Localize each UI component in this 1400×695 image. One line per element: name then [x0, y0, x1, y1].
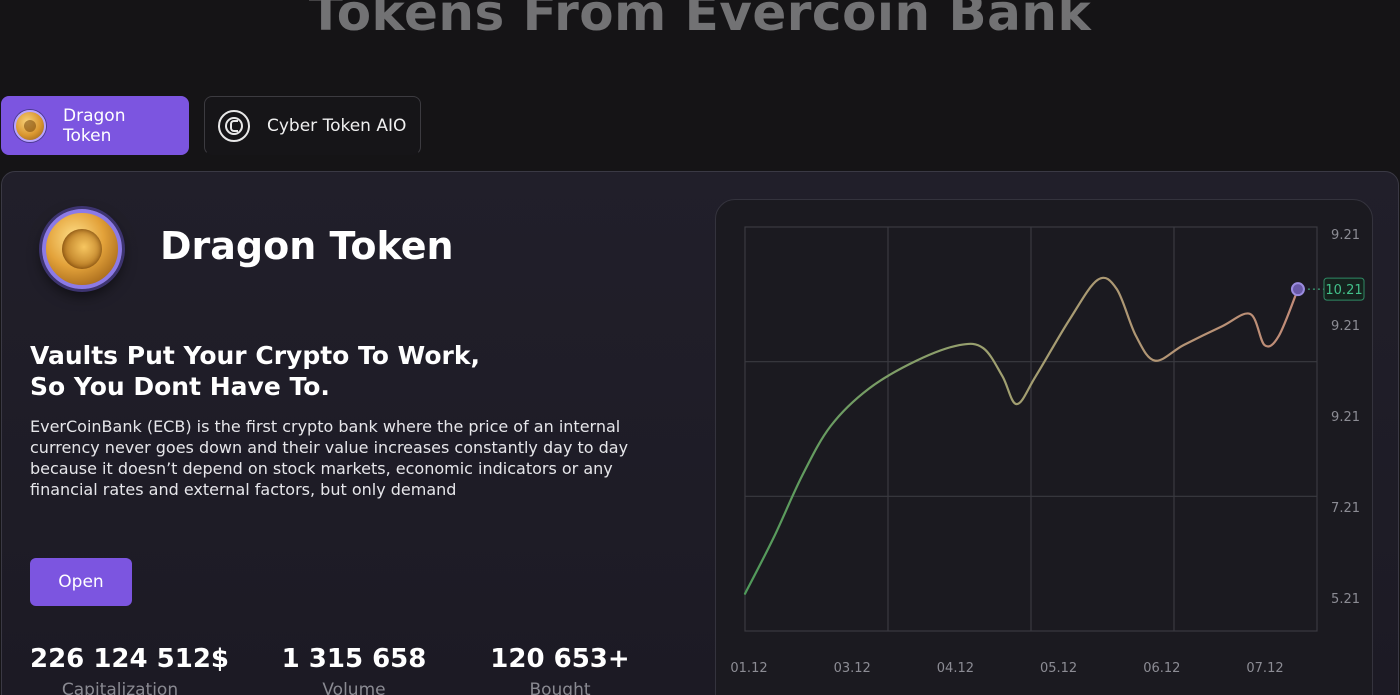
stat-value: 1 315 658 — [281, 644, 427, 674]
stat-value: 120 653+ — [490, 644, 630, 674]
price-chart-panel: 10.21 9.21 9.21 9.21 7.21 5.21 01.12 03.12 04.… — [715, 199, 1373, 695]
current-price-marker — [1290, 282, 1305, 297]
tab-label: Dragon Token — [63, 105, 126, 146]
stat-bought: 120 653+ Bought — [490, 644, 630, 695]
current-price-value: 10.21 — [1325, 283, 1362, 298]
stat-capitalization: 226 124 512$ Capitalization — [30, 644, 230, 695]
tab-dragon-token[interactable]: Dragon Token — [1, 96, 189, 155]
x-tick-label: 04.12 — [937, 661, 974, 676]
page-title: Tokens From Evercoin Bank — [308, 0, 1092, 42]
headline-line-2: So You Dont Have To. — [30, 372, 330, 401]
x-tick-label: 05.12 — [1040, 661, 1077, 676]
y-tick-label: 9.21 — [1331, 228, 1360, 243]
tab-cyber-token-aio[interactable]: Cyber Token AIO — [204, 96, 421, 155]
y-tick-label: 5.21 — [1331, 592, 1360, 607]
x-tick-label: 03.12 — [834, 661, 871, 676]
y-tick-label: 7.21 — [1331, 501, 1360, 516]
x-tick-label: 07.12 — [1246, 661, 1283, 676]
token-description: EverCoinBank (ECB) is the first crypto b… — [30, 417, 629, 499]
token-name: Dragon Token — [160, 224, 454, 268]
stat-label: Bought — [529, 680, 591, 695]
stat-volume: 1 315 658 Volume — [274, 644, 434, 695]
stat-value: 226 124 512$ — [30, 644, 230, 674]
price-chart: 10.21 9.21 9.21 9.21 7.21 5.21 01.12 03.12 04.… — [730, 226, 1365, 676]
cyber-token-icon — [218, 109, 250, 142]
x-tick-label: 06.12 — [1143, 661, 1180, 676]
dragon-coin-icon — [42, 209, 122, 289]
dragon-coin-icon — [14, 109, 46, 142]
stat-label: Volume — [322, 680, 386, 695]
y-tick-label: 9.21 — [1331, 410, 1360, 425]
token-tabs: Dragon Token Cyber Token AIO — [1, 96, 421, 155]
open-button[interactable]: Open — [30, 558, 132, 606]
x-tick-label: 01.12 — [730, 661, 767, 676]
headline-line-1: Vaults Put Your Crypto To Work, — [30, 341, 480, 370]
tab-label: Cyber Token AIO — [267, 115, 407, 136]
stat-label: Capitalization — [61, 680, 179, 695]
y-tick-label: 9.21 — [1331, 319, 1360, 334]
price-line — [743, 276, 1300, 595]
token-card: Dragon Token Vaults Put Your Crypto To W… — [1, 171, 1399, 695]
token-headline: Vaults Put Your Crypto To Work, So You D… — [30, 340, 630, 402]
